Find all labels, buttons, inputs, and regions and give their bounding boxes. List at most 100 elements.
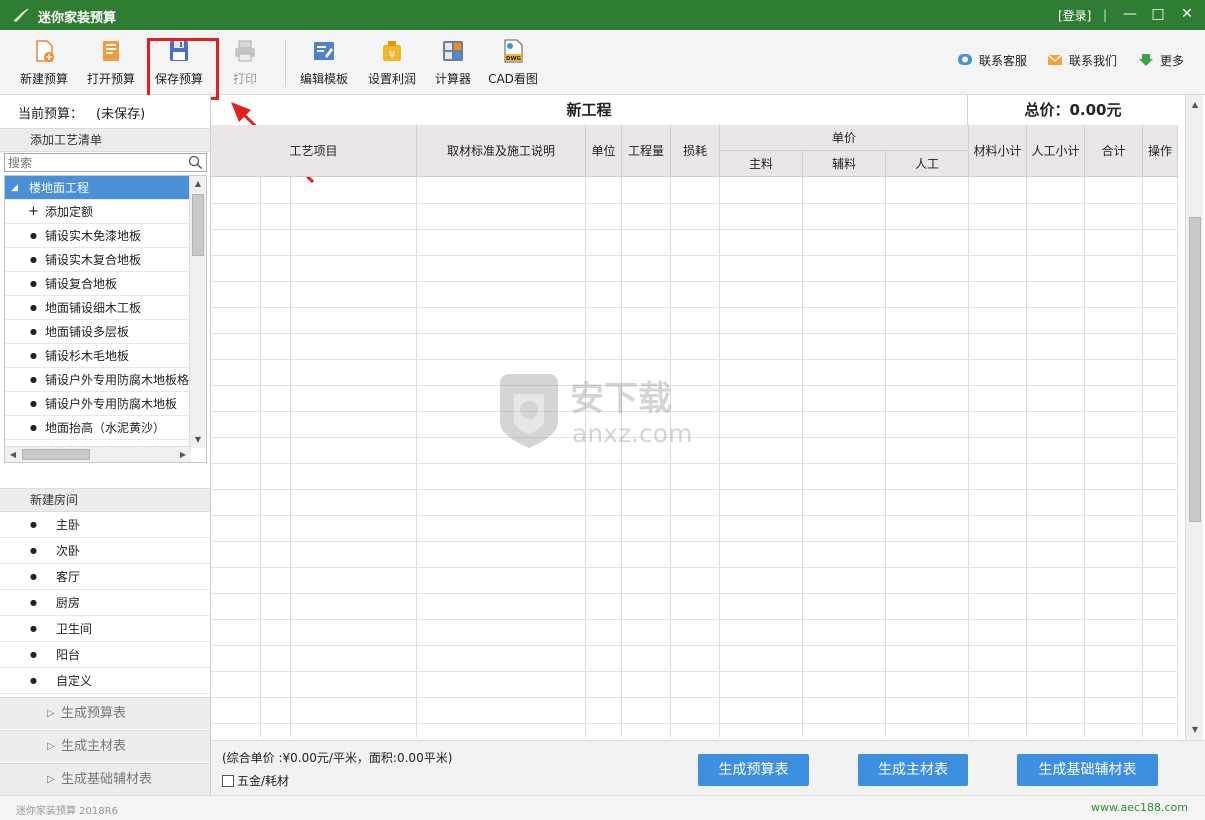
grid-line: [211, 229, 1178, 230]
contact-us-link[interactable]: 联系我们: [1047, 52, 1117, 69]
col-header-labor-subtotal: 人工小计: [1027, 125, 1085, 177]
col-header-loss: 损耗: [671, 125, 720, 177]
scroll-left-icon[interactable]: ◀: [5, 447, 21, 462]
edit-template-button[interactable]: 编辑模板: [293, 36, 355, 90]
grid-line: [719, 177, 720, 737]
more-link[interactable]: 更多: [1138, 52, 1184, 69]
svg-text:¥: ¥: [389, 50, 395, 61]
grid-line: [885, 177, 886, 737]
list-item[interactable]: ● 铺设杉木毛地板: [5, 344, 191, 368]
list-item[interactable]: ● 铺设实木复合地板: [5, 248, 191, 272]
grid-line: [211, 359, 1178, 360]
gen-main-material-button[interactable]: 生成主材表: [858, 754, 968, 786]
main-vertical-scrollbar[interactable]: ▲ ▼: [1185, 95, 1203, 740]
col-header-main-material: 主料: [720, 151, 803, 177]
col-header-labor: 人工: [886, 151, 969, 177]
grid-line: [1177, 177, 1178, 737]
room-item-second-bedroom[interactable]: ● 次卧: [0, 538, 210, 564]
scroll-up-icon[interactable]: ▲: [1187, 97, 1203, 113]
minimize-icon[interactable]: —: [1118, 3, 1142, 25]
grid-line: [211, 723, 1178, 724]
contact-support-link[interactable]: 联系客服: [957, 52, 1027, 69]
envelope-icon: [1047, 54, 1063, 65]
new-document-icon: [36, 40, 54, 62]
search-icon[interactable]: [188, 155, 203, 170]
tree-item-floor-works[interactable]: ◢ 楼地面工程: [5, 176, 191, 200]
room-item-kitchen[interactable]: ● 厨房: [0, 590, 210, 616]
scroll-down-icon[interactable]: ▼: [1187, 722, 1203, 738]
grid-line: [211, 489, 1178, 490]
grid-line: [211, 333, 1178, 334]
col-header-operation: 操作: [1143, 125, 1178, 177]
login-link[interactable]: [登录]: [1058, 7, 1091, 24]
scroll-thumb[interactable]: [1189, 217, 1201, 522]
room-item-bathroom[interactable]: ● 卫生间: [0, 616, 210, 642]
print-button[interactable]: 打印: [214, 36, 276, 90]
room-item-custom[interactable]: ● 自定义: [0, 668, 210, 694]
gen-budget-sheet-button[interactable]: 生成预算表: [698, 754, 809, 786]
tree-horizontal-scrollbar[interactable]: ◀ ▶: [5, 446, 191, 462]
scroll-thumb[interactable]: [192, 194, 204, 256]
scroll-up-icon[interactable]: ▲: [190, 176, 206, 192]
dwg-file-icon: DWG: [504, 39, 523, 63]
list-item[interactable]: ● 铺设户外专用防腐木地板: [5, 392, 191, 416]
tree-item-add-quota[interactable]: + 添加定额: [5, 200, 191, 224]
current-budget-value: (未保存): [96, 107, 146, 122]
cad-viewer-button[interactable]: DWG CAD看图: [482, 36, 544, 90]
list-item[interactable]: ● 地面铺设细木工板: [5, 296, 191, 320]
printer-icon: [235, 40, 255, 62]
room-item-living-room[interactable]: ● 客厅: [0, 564, 210, 590]
gen-aux-material-link[interactable]: ▷ 生成基础辅材表: [0, 763, 210, 795]
hardware-checkbox[interactable]: 五金/耗材: [222, 772, 289, 789]
grid-line: [621, 177, 622, 737]
svg-text:DWG: DWG: [506, 56, 522, 62]
grid-line: [211, 307, 1178, 308]
col-header-material-subtotal: 材料小计: [969, 125, 1027, 177]
grid-line: [802, 177, 803, 737]
bottom-bar: (综合单价 :¥0.00元/平米，面积:0.00平米) 五金/耗材 生成预算表 …: [211, 740, 1205, 795]
craft-list-header[interactable]: 添加工艺清单: [0, 128, 210, 152]
col-header-aux-material: 辅料: [803, 151, 886, 177]
new-room-header[interactable]: 新建房间: [0, 488, 210, 512]
list-item[interactable]: ● 地面铺设多层板: [5, 320, 191, 344]
calculator-button[interactable]: 计算器: [422, 36, 484, 90]
gen-budget-sheet-link[interactable]: ▷ 生成预算表: [0, 697, 210, 729]
col-header-desc: 取材标准及施工说明: [417, 125, 586, 177]
tree-vertical-scrollbar[interactable]: ▲ ▼: [189, 176, 206, 448]
set-profit-button[interactable]: ¥ 设置利润: [361, 36, 423, 90]
list-item[interactable]: ● 地面抬高（水泥黄沙）: [5, 416, 191, 440]
scroll-down-icon[interactable]: ▼: [190, 432, 206, 448]
grid-line: [211, 593, 1178, 594]
app-logo-icon: [13, 8, 29, 22]
gen-aux-material-button[interactable]: 生成基础辅材表: [1017, 754, 1158, 786]
website-link[interactable]: www.aec188.com: [1091, 801, 1188, 814]
project-title: 新工程: [211, 95, 968, 125]
title-bar: 迷你家装预算 [登录] | — □ ✕: [0, 0, 1205, 30]
room-item-master-bedroom[interactable]: ● 主卧: [0, 512, 210, 538]
list-item[interactable]: ● 铺设户外专用防腐木地板格: [5, 368, 191, 392]
open-budget-button[interactable]: 打开预算: [80, 36, 142, 90]
room-item-balcony[interactable]: ● 阳台: [0, 642, 210, 668]
title-separator: |: [1103, 8, 1108, 22]
grid-line: [1026, 177, 1027, 737]
grid-line: [290, 177, 291, 737]
grid-line: [968, 177, 969, 737]
list-item[interactable]: ● 铺设实木免漆地板: [5, 224, 191, 248]
grid-line: [670, 177, 671, 737]
craft-search-box[interactable]: [4, 153, 207, 172]
new-budget-button[interactable]: 新建预算: [13, 36, 75, 90]
gen-main-material-link[interactable]: ▷ 生成主材表: [0, 730, 210, 762]
window-title: 迷你家装预算: [38, 11, 117, 26]
checkbox-icon[interactable]: [222, 775, 234, 787]
calculator-icon: [443, 41, 463, 61]
total-price: 总价：0.00元: [1024, 101, 1122, 119]
close-icon[interactable]: ✕: [1175, 3, 1199, 25]
scroll-thumb[interactable]: [22, 449, 90, 460]
save-button-highlight: [147, 38, 219, 100]
col-header-item: 工艺项目: [211, 125, 417, 177]
download-arrow-icon: [1139, 54, 1153, 66]
maximize-icon[interactable]: □: [1146, 3, 1170, 25]
craft-search-input[interactable]: [5, 154, 185, 171]
list-item[interactable]: ● 铺设复合地板: [5, 272, 191, 296]
scroll-right-icon[interactable]: ▶: [175, 447, 191, 462]
